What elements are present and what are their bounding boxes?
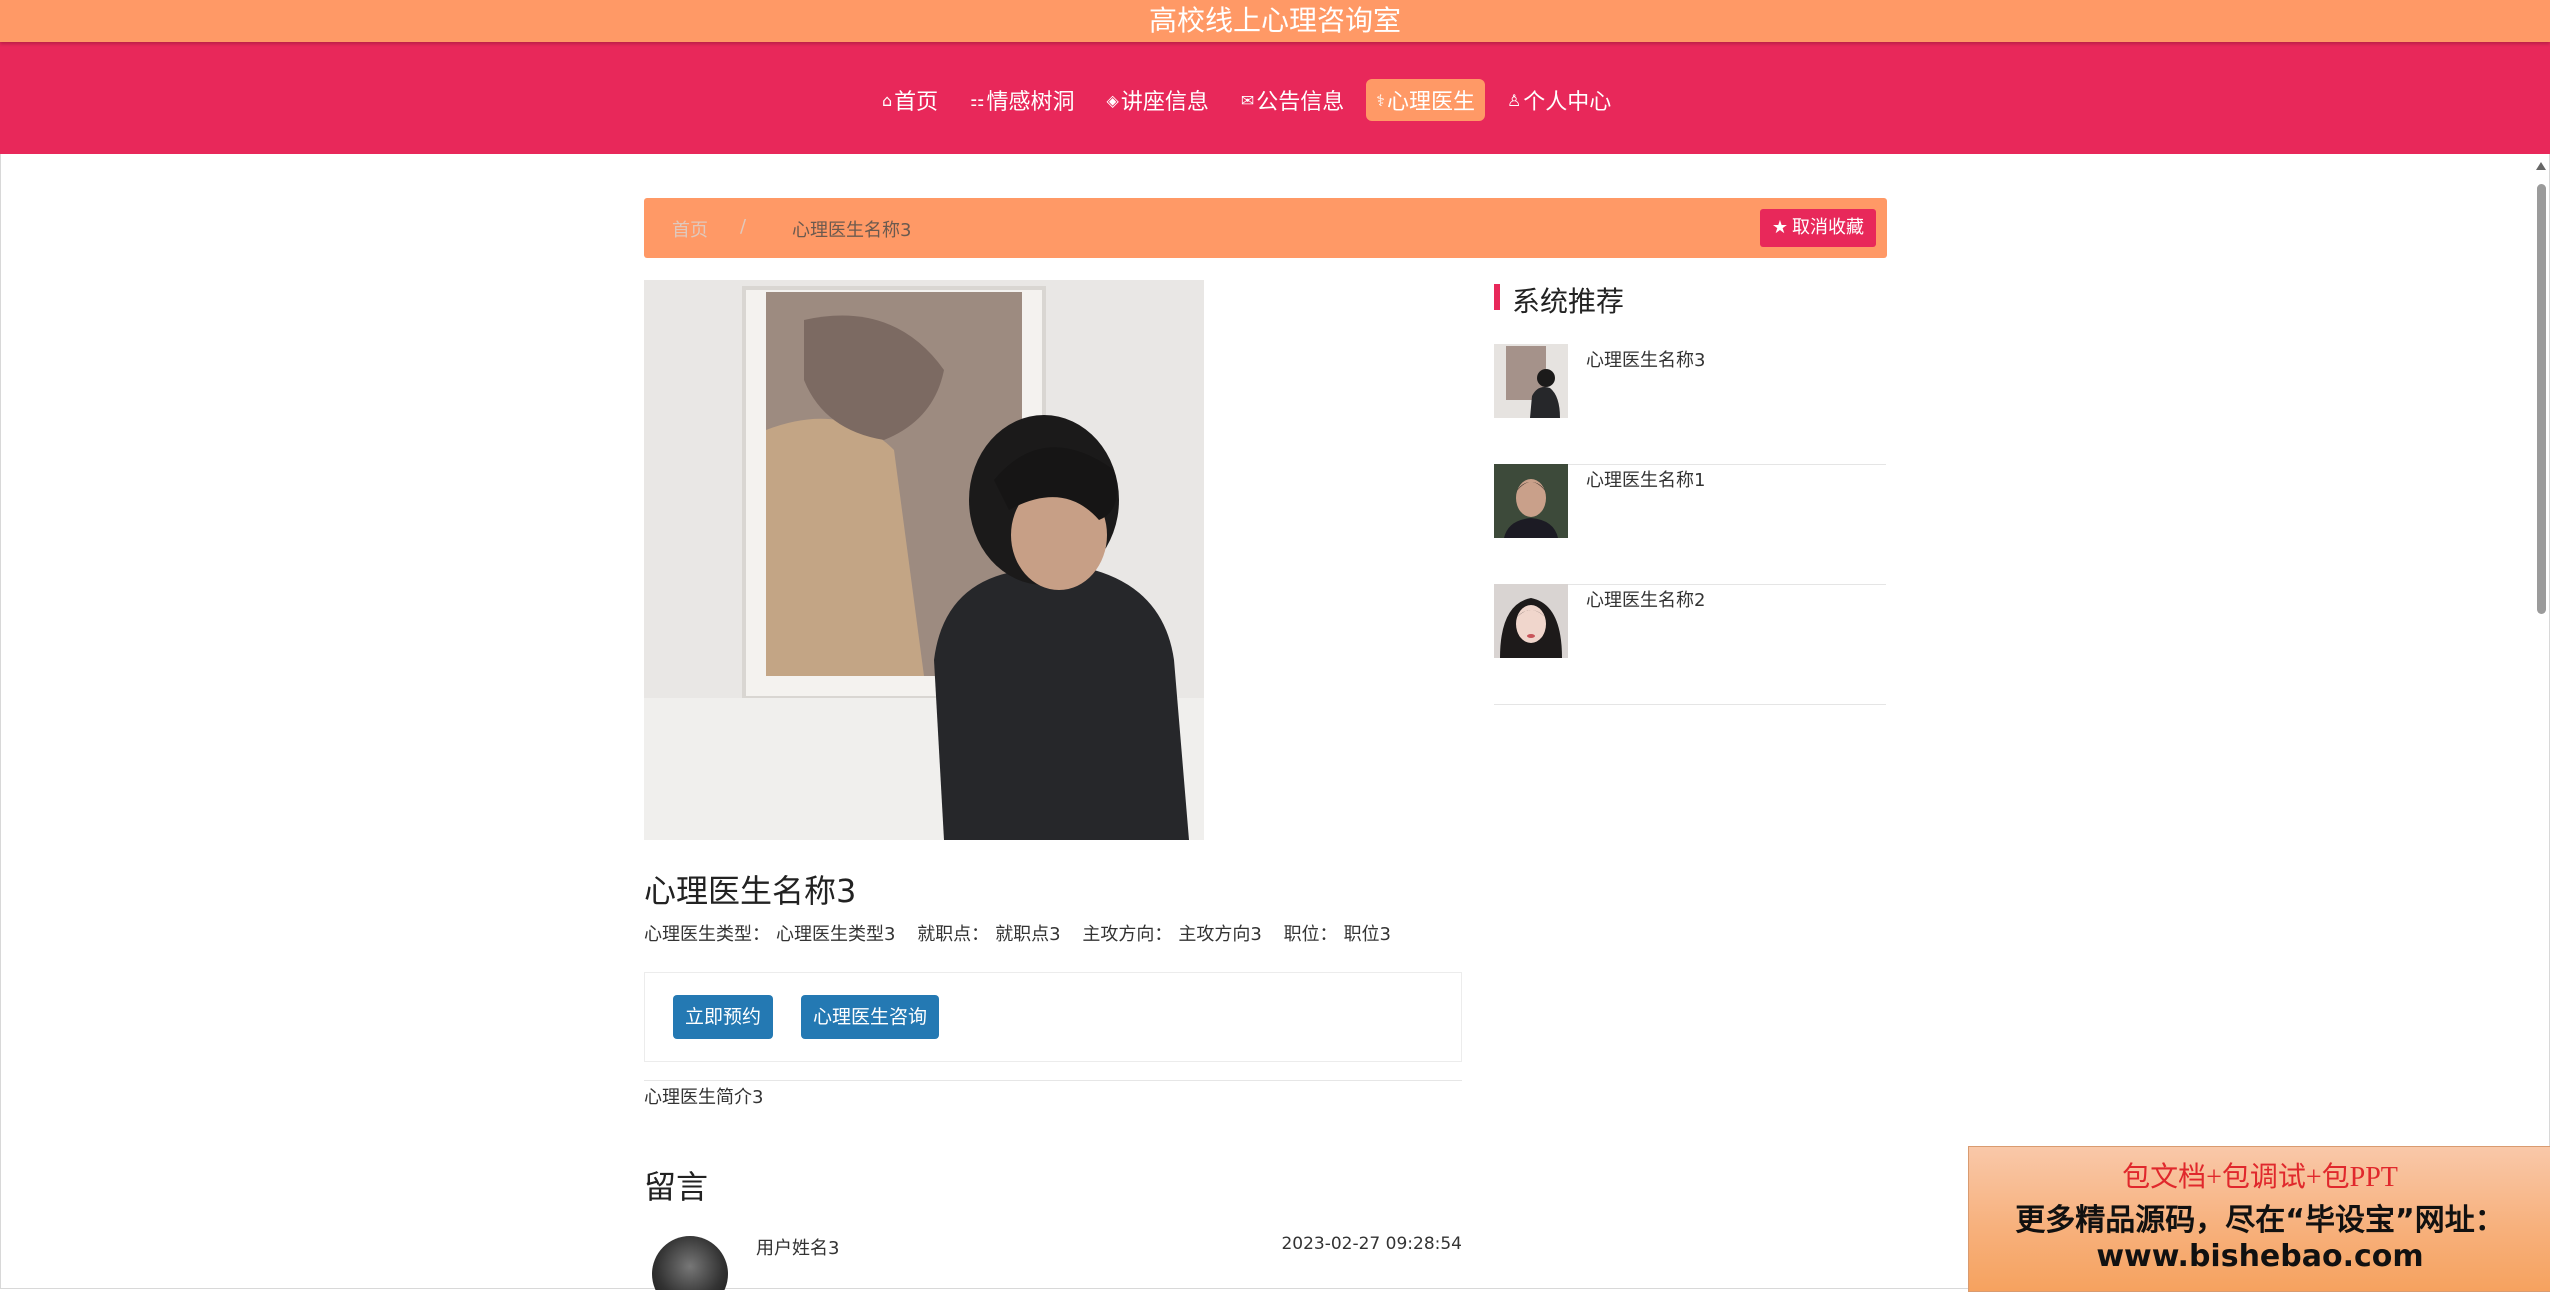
recommend-item[interactable]: 心理医生名称2 — [1494, 584, 1886, 705]
nav-item-label: 个人中心 — [1523, 90, 1612, 115]
position-label: 职位： — [1283, 924, 1338, 945]
breadcrumb-current: 心理医生名称3 — [792, 220, 912, 241]
nav-item-tree-hole[interactable]: ⚏ 情感树洞 — [960, 79, 1084, 121]
grid-icon: ⚏ — [970, 90, 985, 110]
recommend-title-accent — [1494, 284, 1500, 310]
section-divider — [644, 1080, 1462, 1081]
nav-menu: ⌂ 首页 ⚏ 情感树洞 ◈ 讲座信息 ✉ 公告信息 ⚕ 心理医生 ♙ 个人中心 — [872, 79, 1633, 121]
content-frame — [0, 154, 2550, 1289]
consult-doctor-button[interactable]: 心理医生咨询 — [801, 995, 940, 1039]
action-panel: 立即预约 心理医生咨询 — [644, 972, 1462, 1062]
nav-item-label: 情感树洞 — [986, 90, 1075, 115]
position-value: 职位3 — [1343, 924, 1392, 945]
type-value: 心理医生类型3 — [776, 924, 896, 945]
nav-item-profile[interactable]: ♙ 个人中心 — [1497, 79, 1621, 121]
nav-item-doctors[interactable]: ⚕ 心理医生 — [1366, 79, 1485, 121]
messages-title: 留言 — [644, 1168, 709, 1206]
page-scrollbar[interactable] — [2534, 154, 2548, 1290]
doctor-intro: 心理医生简介3 — [644, 1087, 764, 1108]
nav-item-notices[interactable]: ✉ 公告信息 — [1231, 79, 1354, 121]
scroll-thumb[interactable] — [2537, 184, 2546, 614]
book-now-button[interactable]: 立即预约 — [673, 995, 774, 1039]
recommend-name[interactable]: 心理医生名称2 — [1586, 586, 1705, 612]
user-icon: ♙ — [1506, 90, 1522, 110]
mail-icon: ✉ — [1240, 90, 1255, 110]
message-time: 2023-02-27 09:28:54 — [1281, 1234, 1462, 1254]
promo-line-2: 更多精品源码，尽在“毕设宝”网址： — [2015, 1203, 2505, 1238]
promo-url[interactable]: www.bishebao.com — [1969, 1239, 2550, 1274]
nav-item-lectures[interactable]: ◈ 讲座信息 — [1097, 79, 1219, 121]
recommend-thumbnail[interactable] — [1494, 344, 1568, 418]
doctor-meta: 心理医生类型： 心理医生类型3 就职点： 就职点3 主攻方向： 主攻方向3 职位： 职位… — [644, 920, 1407, 946]
recommend-thumbnail[interactable] — [1494, 464, 1568, 538]
layers-icon: ◈ — [1106, 90, 1119, 110]
star-icon: ★ — [1771, 217, 1788, 238]
location-value: 就职点3 — [995, 924, 1061, 945]
breadcrumb: 首页 / 心理医生名称3 ★ 取消收藏 — [644, 198, 1887, 258]
doctor-name: 心理医生名称3 — [644, 872, 857, 910]
doctor-photo — [644, 280, 1204, 840]
main-navbar: ⌂ 首页 ⚏ 情感树洞 ◈ 讲座信息 ✉ 公告信息 ⚕ 心理医生 ♙ 个人中心 — [0, 42, 2550, 154]
avatar — [652, 1236, 728, 1290]
site-title: 高校线上心理咨询室 — [0, 0, 2550, 42]
promo-banner[interactable]: 包文档+包调试+包PPT 更多精品源码，尽在“毕设宝”网址： www.bishe… — [1968, 1146, 2550, 1292]
breadcrumb-separator: / — [740, 216, 747, 237]
breadcrumb-home-link[interactable]: 首页 — [672, 216, 708, 242]
direction-value: 主攻方向3 — [1178, 924, 1262, 945]
nav-item-label: 公告信息 — [1256, 90, 1345, 115]
home-icon: ⌂ — [882, 90, 893, 110]
type-label: 心理医生类型： — [644, 924, 770, 945]
nav-item-label: 心理医生 — [1386, 90, 1475, 115]
message-item: 用户姓名3 2023-02-27 09:28:54 — [644, 1234, 1462, 1290]
unfavorite-button[interactable]: ★ 取消收藏 — [1759, 209, 1876, 247]
promo-line-1: 包文档+包调试+包PPT — [2122, 1162, 2398, 1193]
location-label: 就职点： — [917, 924, 990, 945]
recommend-name[interactable]: 心理医生名称3 — [1586, 346, 1705, 372]
nav-item-label: 首页 — [894, 90, 939, 115]
message-user: 用户姓名3 — [756, 1238, 840, 1259]
unfavorite-label: 取消收藏 — [1792, 217, 1864, 238]
doctor-icon: ⚕ — [1376, 90, 1385, 110]
scroll-up-arrow-icon[interactable] — [2536, 162, 2546, 170]
recommend-name[interactable]: 心理医生名称1 — [1586, 466, 1705, 492]
nav-item-home[interactable]: ⌂ 首页 — [872, 79, 948, 121]
recommend-item[interactable]: 心理医生名称3 — [1494, 344, 1886, 465]
direction-label: 主攻方向： — [1082, 924, 1173, 945]
nav-item-label: 讲座信息 — [1120, 90, 1209, 115]
recommend-title: 系统推荐 — [1512, 285, 1625, 318]
recommend-item[interactable]: 心理医生名称1 — [1494, 464, 1886, 585]
recommend-thumbnail[interactable] — [1494, 584, 1568, 658]
